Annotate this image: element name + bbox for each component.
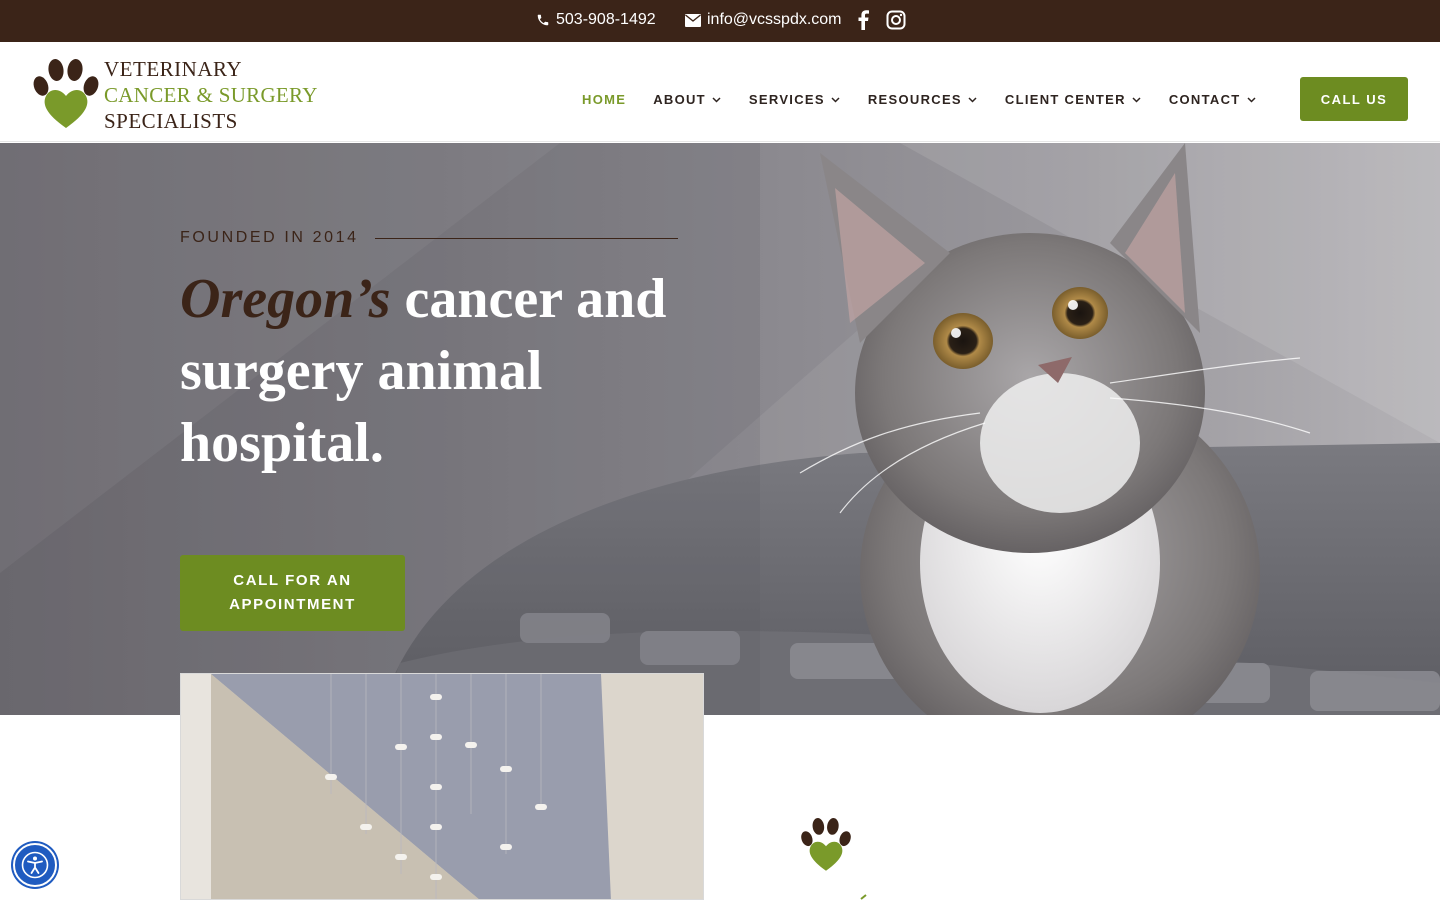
nav-client-center[interactable]: CLIENT CENTER: [1005, 92, 1141, 107]
instagram-icon[interactable]: [886, 10, 906, 34]
email-address: info@vcsspdx.com: [707, 11, 842, 28]
nav-about[interactable]: ABOUT: [653, 92, 721, 107]
phone-icon: [537, 14, 549, 26]
phone-link[interactable]: 503-908-1492: [536, 11, 656, 29]
chevron-down-icon: [712, 96, 721, 103]
nav-contact[interactable]: CONTACT: [1169, 92, 1256, 107]
nav-services-label: SERVICES: [748, 92, 825, 107]
founded-divider: [374, 237, 678, 239]
envelope-icon: [685, 13, 701, 27]
nav-about-label: ABOUT: [653, 92, 706, 107]
nav-resources-label: RESOURCES: [867, 92, 962, 107]
call-for-appointment-button[interactable]: CALL FOR AN APPOINTMENT: [180, 555, 405, 631]
call-us-label: CALL US: [1320, 91, 1388, 107]
top-contact-bar: 503-908-1492 info@vcsspdx.com: [0, 0, 1440, 42]
hero-headline: Oregon’s cancer and surgery animal hospi…: [180, 263, 700, 479]
nav-client-center-label: CLIENT CENTER: [1004, 92, 1126, 107]
hospital-interior-photo: [180, 673, 704, 900]
phone-number: 503-908-1492: [556, 11, 656, 28]
main-nav: HOME ABOUT SERVICES RESOURCES CLIENT CEN…: [582, 92, 1256, 107]
chevron-down-icon: [831, 96, 840, 103]
founded-text: FOUNDED IN 2014: [180, 229, 359, 246]
chevron-down-icon: [968, 96, 977, 103]
founded-eyebrow: FOUNDED IN 2014: [180, 229, 678, 247]
facebook-icon[interactable]: [857, 10, 869, 34]
chevron-down-icon: [1246, 96, 1256, 103]
hero-section: FOUNDED IN 2014 Oregon’s cancer and surg…: [0, 143, 1440, 715]
headline-emphasis: Oregon’s: [180, 268, 391, 330]
logo-wordmark: VETERINARY CANCER & SURGERY SPECIALISTS: [104, 56, 318, 134]
nav-contact-label: CONTACT: [1168, 92, 1241, 107]
cta-label: CALL FOR AN APPOINTMENT: [229, 572, 356, 613]
nav-resources[interactable]: RESOURCES: [868, 92, 977, 107]
nav-services[interactable]: SERVICES: [749, 92, 840, 107]
site-logo[interactable]: VETERINARY CANCER & SURGERY SPECIALISTS: [32, 56, 352, 133]
decorative-mark-icon: [860, 894, 867, 900]
accessibility-icon: [21, 851, 49, 879]
nav-home-label: HOME: [582, 92, 627, 107]
email-link[interactable]: info@vcsspdx.com: [685, 11, 842, 29]
paw-heart-icon: [801, 818, 851, 871]
call-us-button[interactable]: CALL US: [1300, 77, 1408, 121]
site-header: VETERINARY CANCER & SURGERY SPECIALISTS …: [0, 42, 1440, 142]
chevron-down-icon: [1132, 96, 1141, 103]
accessibility-button[interactable]: [13, 843, 57, 887]
paw-heart-logo-icon: [33, 59, 99, 128]
logo-line-1: VETERINARY: [104, 57, 242, 81]
logo-line-2: CANCER & SURGERY: [104, 83, 318, 107]
logo-line-3: SPECIALISTS: [104, 109, 238, 133]
nav-home[interactable]: HOME: [582, 92, 626, 107]
